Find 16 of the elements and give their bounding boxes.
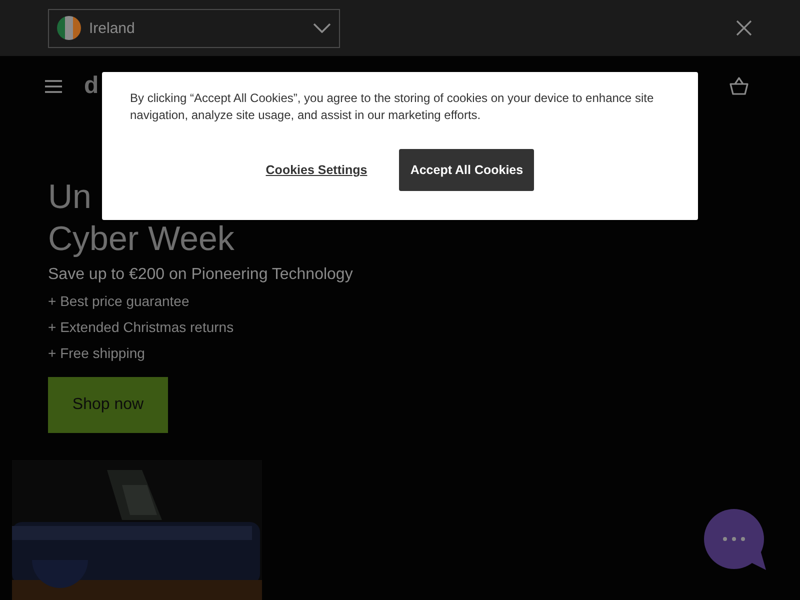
flag-icon — [57, 16, 81, 40]
cookie-message: By clicking “Accept All Cookies”, you agree to the storing of cookies on your device to enhance site navigation, analyze site usage, and assist in our marketing efforts. — [130, 90, 655, 124]
accept-cookies-button[interactable]: Accept All Cookies — [399, 149, 534, 191]
logo[interactable]: d — [84, 76, 99, 96]
chevron-down-icon — [313, 23, 331, 33]
country-select[interactable]: Ireland — [48, 8, 340, 48]
benefit-text: + Best price guarantee — [48, 293, 190, 310]
close-icon[interactable] — [736, 20, 752, 36]
hero-subtitle: Save up to €200 on Pioneering Technology — [48, 266, 354, 284]
basket-icon[interactable] — [729, 76, 749, 96]
hero-heading: Un — [48, 177, 92, 218]
hero-heading: Cyber Week — [48, 219, 234, 260]
cookies-settings-link[interactable]: Cookies Settings — [266, 163, 368, 177]
benefit-text: + Free shipping — [48, 345, 146, 362]
menu-icon[interactable] — [45, 80, 62, 92]
benefit-text: + Extended Christmas returns — [48, 319, 235, 336]
